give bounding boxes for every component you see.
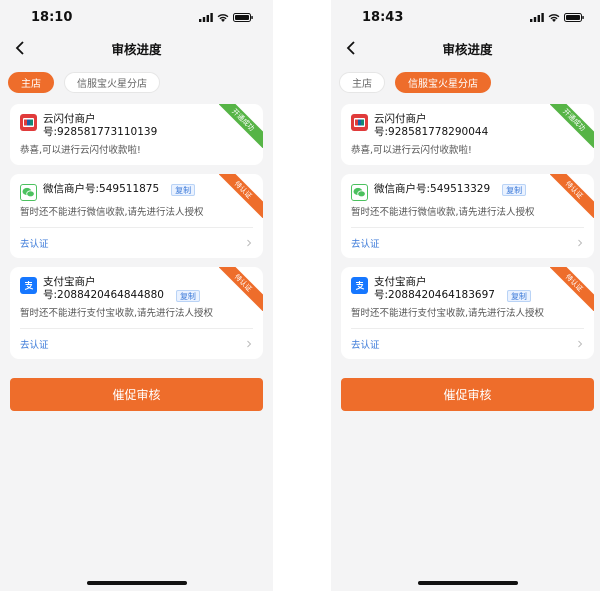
- status-badge: 开通成功: [550, 104, 594, 148]
- chevron-right-icon: [578, 239, 583, 247]
- wifi-icon: [217, 13, 229, 22]
- back-arrow-icon[interactable]: [341, 38, 361, 58]
- merchant-name: 云闪付商户: [43, 113, 96, 125]
- merchant-number: 号:928581778290044: [374, 126, 489, 138]
- verify-link[interactable]: 去认证: [10, 228, 263, 258]
- unionpay-card: 云闪付商户 号:928581773110139 恭喜,可以进行云闪付收款啦! 开…: [10, 104, 263, 165]
- nav-bar: 审核进度: [0, 34, 273, 62]
- status-time: 18:10: [31, 9, 73, 25]
- alipay-logo-icon: [20, 277, 37, 294]
- back-arrow-icon[interactable]: [10, 38, 30, 58]
- merchant-name: 支付宝商户: [43, 276, 96, 288]
- unionpay-logo-icon: [20, 114, 37, 131]
- status-badge: 待认证: [550, 174, 594, 218]
- unionpay-card: 云闪付商户 号:928581778290044 恭喜,可以进行云闪付收款啦! 开…: [341, 104, 594, 165]
- merchant-number: 微信商户号:549513329: [374, 183, 491, 195]
- status-badge: 待认证: [550, 267, 594, 311]
- copy-button[interactable]: 复制: [502, 183, 527, 196]
- status-time: 18:43: [362, 9, 404, 25]
- wechat-card: 微信商户号:549511875 复制 暂时还不能进行微信收款,请先进行法人授权 …: [10, 174, 263, 258]
- status-badge: 开通成功: [219, 104, 263, 148]
- merchant-name: 支付宝商户: [374, 276, 427, 288]
- copy-button[interactable]: 复制: [171, 183, 196, 196]
- verify-link[interactable]: 去认证: [10, 329, 263, 359]
- merchant-number: 号:2088420464183697: [374, 289, 495, 301]
- unionpay-logo-icon: [351, 114, 368, 131]
- chevron-right-icon: [247, 340, 252, 348]
- nav-bar: 审核进度: [331, 34, 600, 62]
- phone-screen-right: 18:43 审核进度 主店 信服宝火星分店 云闪付商户 号:9285817782…: [331, 0, 600, 591]
- page-title: 审核进度: [442, 41, 493, 57]
- status-bar: 18:43: [331, 0, 600, 34]
- chevron-right-icon: [578, 340, 583, 348]
- status-badge: 待认证: [219, 267, 263, 311]
- battery-icon: [233, 12, 253, 22]
- tab-main-store[interactable]: 主店: [8, 72, 54, 93]
- alipay-logo-icon: [351, 277, 368, 294]
- page-title: 审核进度: [111, 41, 162, 57]
- tab-branch-store[interactable]: 信服宝火星分店: [64, 72, 160, 93]
- store-tabs: 主店 信服宝火星分店: [0, 72, 273, 94]
- wechat-logo-icon: [351, 184, 368, 201]
- store-tabs: 主店 信服宝火星分店: [331, 72, 600, 94]
- chevron-right-icon: [247, 239, 252, 247]
- merchant-name: 云闪付商户: [374, 113, 427, 125]
- wifi-icon: [548, 13, 560, 22]
- home-indicator: [86, 581, 187, 585]
- merchant-number: 号:928581773110139: [43, 126, 158, 138]
- merchant-number: 微信商户号:549511875: [43, 183, 160, 195]
- copy-button[interactable]: 复制: [175, 289, 200, 302]
- alipay-card: 支付宝商户 号:2088420464183697 复制 暂时还不能进行支付宝收款…: [341, 267, 594, 359]
- wechat-card: 微信商户号:549513329 复制 暂时还不能进行微信收款,请先进行法人授权 …: [341, 174, 594, 258]
- merchant-cards: 云闪付商户 号:928581778290044 恭喜,可以进行云闪付收款啦! 开…: [331, 104, 600, 359]
- urge-review-button[interactable]: 催促审核: [10, 378, 263, 411]
- signal-icon: [199, 12, 213, 22]
- alipay-card: 支付宝商户 号:2088420464844880 复制 暂时还不能进行支付宝收款…: [10, 267, 263, 359]
- battery-icon: [564, 12, 584, 22]
- wechat-logo-icon: [20, 184, 37, 201]
- verify-link[interactable]: 去认证: [341, 329, 594, 359]
- merchant-cards: 云闪付商户 号:928581773110139 恭喜,可以进行云闪付收款啦! 开…: [0, 104, 273, 359]
- signal-icon: [530, 12, 544, 22]
- verify-link[interactable]: 去认证: [341, 228, 594, 258]
- status-bar: 18:10: [0, 0, 273, 34]
- phone-screen-left: 18:10 审核进度 主店 信服宝火星分店 云闪付商户 号:9285817731…: [0, 0, 273, 591]
- copy-button[interactable]: 复制: [506, 289, 531, 302]
- merchant-number: 号:2088420464844880: [43, 289, 164, 301]
- home-indicator: [417, 581, 518, 585]
- tab-main-store[interactable]: 主店: [339, 72, 385, 93]
- status-badge: 待认证: [219, 174, 263, 218]
- urge-review-button[interactable]: 催促审核: [341, 378, 594, 411]
- tab-branch-store[interactable]: 信服宝火星分店: [395, 72, 491, 93]
